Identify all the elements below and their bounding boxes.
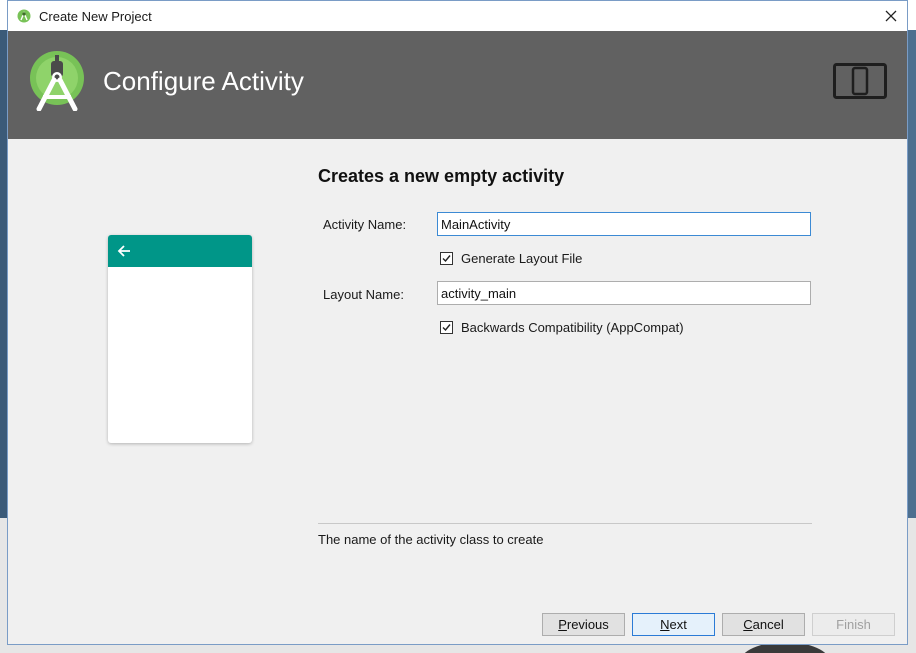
previous-mnemonic: P [558,617,567,632]
layout-name-input[interactable] [437,281,811,305]
checkmark-icon [442,324,451,332]
next-label: ext [669,617,687,632]
preview-app-bar [108,235,252,267]
back-arrow-icon [117,245,130,257]
section-title: Creates a new empty activity [318,166,565,186]
help-text: The name of the activity class to create [318,532,544,547]
page-title: Configure Activity [103,66,304,96]
previous-label: revious [566,617,609,632]
backwards-compat-label: Backwards Compatibility (AppCompat) [461,320,684,335]
cancel-label: ancel [752,617,784,632]
generate-layout-checkbox-row[interactable]: Generate Layout File [440,251,582,266]
android-studio-icon [17,9,31,23]
backwards-compat-checkbox-row[interactable]: Backwards Compatibility (AppCompat) [440,320,684,335]
previous-button[interactable]: Previous [542,613,625,636]
backwards-compat-checkbox[interactable] [440,321,453,334]
layout-name-label: Layout Name: [323,287,404,302]
activity-name-input[interactable] [437,212,811,236]
generate-layout-label: Generate Layout File [461,251,583,266]
next-mnemonic: N [660,617,670,632]
close-button[interactable] [879,4,903,28]
create-new-project-dialog: Create New Project Configure Activity Cr… [7,0,908,645]
checkmark-icon [442,255,451,263]
close-icon [885,10,897,22]
ide-background-strip [908,30,916,518]
wizard-header: Configure Activity [8,31,907,139]
next-button[interactable]: Next [632,613,715,636]
activity-preview [108,235,252,443]
window-titlebar: Create New Project [8,1,907,31]
generate-layout-checkbox[interactable] [440,252,453,265]
activity-name-label: Activity Name: [323,217,407,232]
help-divider [318,523,812,524]
cancel-button[interactable]: Cancel [722,613,805,636]
cancel-mnemonic: C [743,617,753,632]
window-title: Create New Project [39,8,152,24]
finish-button[interactable]: Finish [812,613,895,636]
android-studio-logo [30,51,84,111]
device-form-factor-icon [833,63,887,99]
